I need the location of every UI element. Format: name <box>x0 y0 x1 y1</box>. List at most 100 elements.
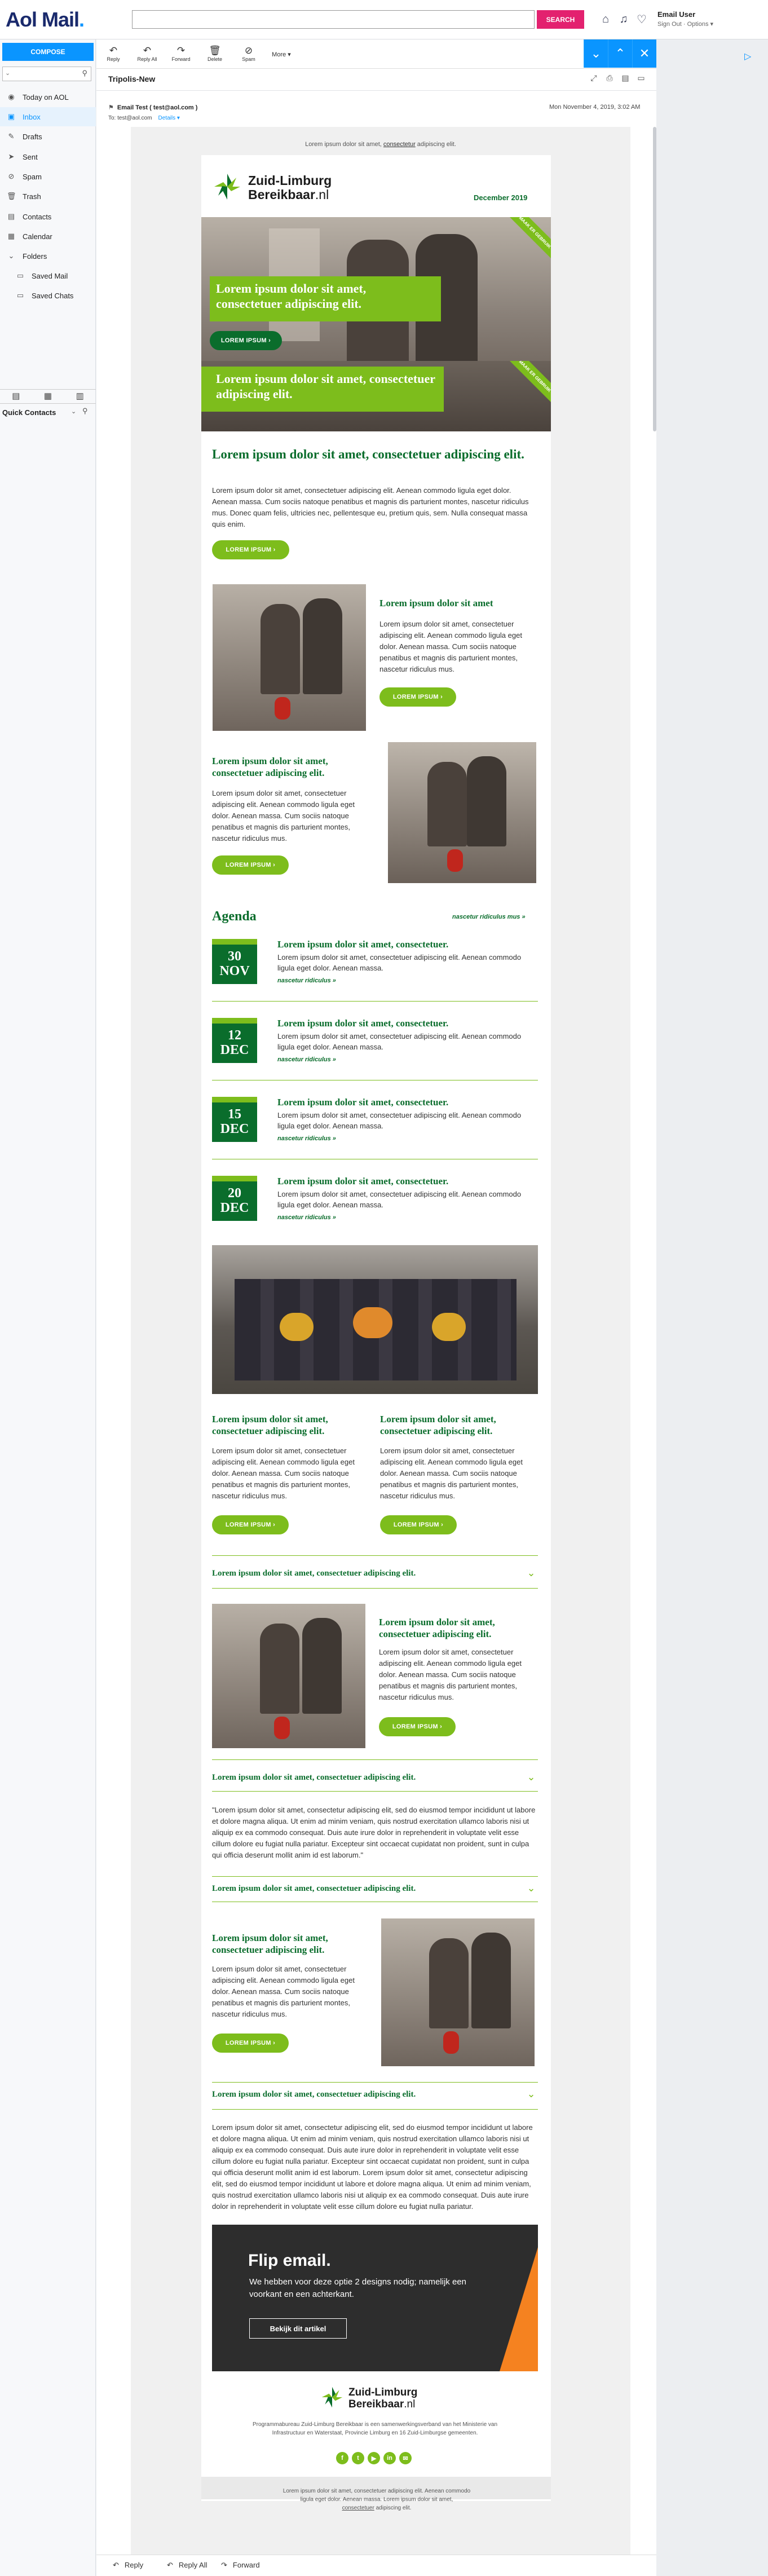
sidebar-item-folders[interactable]: ⌄ Folders <box>0 246 96 266</box>
chevron-down-icon[interactable]: ⌄ <box>526 2088 537 2099</box>
scrollbar[interactable] <box>653 127 656 431</box>
hero-title: Lorem ipsum dolor sit amet, consectetuer… <box>216 281 367 311</box>
chevron-down-icon[interactable]: ⌄ <box>526 1882 537 1894</box>
twitter-icon[interactable]: t <box>352 2452 364 2464</box>
folder-search-input[interactable]: ⌄ ⚲ <box>2 67 91 81</box>
accordion-2-title[interactable]: Lorem ipsum dolor sit amet, consectetuer… <box>212 1773 416 1783</box>
sidebar-item-saved-chats[interactable]: ▭ Saved Chats <box>0 286 96 305</box>
home-icon[interactable]: ⌂ <box>599 12 612 26</box>
sidebar-item-calendar[interactable]: ▦ Calendar <box>0 227 96 246</box>
accordion-3-button[interactable]: LOREM IPSUM › <box>212 2034 289 2053</box>
trash-icon: 🗑 <box>7 192 16 200</box>
contacts-icon: ▤ <box>7 212 15 220</box>
agenda-item-4-link[interactable]: nascetur ridiculus » <box>277 1214 336 1221</box>
agenda-item-1-text: Lorem ipsum dolor sit amet, consectetuer… <box>277 953 522 972</box>
more-menu[interactable]: More ▾ <box>265 51 298 58</box>
chevron-down-icon[interactable]: ⌄ <box>526 1567 537 1578</box>
feature-1-button[interactable]: LOREM IPSUM › <box>379 687 456 707</box>
heart-icon[interactable]: ♡ <box>635 12 648 26</box>
feature-1-text: Lorem ipsum dolor sit amet, consectetuer… <box>379 620 522 673</box>
sidebar-item-drafts[interactable]: ✎ Drafts <box>0 127 96 146</box>
bottom-forward-button[interactable]: ↷ Forward <box>221 2561 260 2570</box>
chevron-down-icon[interactable]: ⌄ <box>584 39 608 68</box>
sidebar-item-saved-mail[interactable]: ▭ Saved Mail <box>0 266 96 285</box>
reply-button[interactable]: ↶ Reply <box>97 45 130 62</box>
search-input[interactable] <box>132 10 535 29</box>
intro-button[interactable]: LOREM IPSUM › <box>212 540 289 559</box>
column-2-button[interactable]: LOREM IPSUM › <box>380 1515 457 1534</box>
agenda-more-link[interactable]: nascetur ridiculus mus » <box>452 914 526 920</box>
chevron-down-icon[interactable]: ⌄ <box>71 408 76 415</box>
feature-2-button[interactable]: LOREM IPSUM › <box>212 855 289 875</box>
agenda-item-3-title[interactable]: Lorem ipsum dolor sit amet, consectetuer… <box>277 1097 448 1108</box>
sidebar-item-spam[interactable]: ⊘ Spam <box>0 167 96 186</box>
search-button[interactable]: SEARCH <box>537 10 584 29</box>
agenda-item-4-title[interactable]: Lorem ipsum dolor sit amet, consectetuer… <box>277 1176 448 1187</box>
unsubscribe-link[interactable]: consectetuer <box>342 2505 374 2511</box>
search-icon[interactable]: ⚲ <box>82 407 88 416</box>
message-navigation: ⌄ ⌃ ✕ <box>584 39 656 68</box>
clipboard-icon[interactable]: ▥ <box>64 390 96 403</box>
divider <box>212 1588 538 1589</box>
accordion-1-button[interactable]: LOREM IPSUM › <box>379 1717 456 1736</box>
forward-icon: ↷ <box>221 2561 227 2569</box>
column-1-text: Lorem ipsum dolor sit amet, consectetuer… <box>212 1446 355 1500</box>
bottom-reply-button[interactable]: ↶ Reply <box>113 2561 143 2570</box>
column-1-button[interactable]: LOREM IPSUM › <box>212 1515 289 1534</box>
hero-button[interactable]: LOREM IPSUM › <box>210 331 282 350</box>
linkedin-icon[interactable]: in <box>383 2452 396 2464</box>
chevron-down-icon[interactable]: ⌄ <box>526 1771 537 1783</box>
ad-indicator-icon[interactable]: ▷ <box>744 51 751 62</box>
message-date: Mon November 4, 2019, 3:02 AM <box>549 104 641 111</box>
bell-icon[interactable]: ♫ <box>617 12 630 26</box>
search-icon[interactable]: ⚲ <box>82 69 87 78</box>
contact-card-icon[interactable]: ▤ <box>0 390 32 403</box>
flip-title: Flip email. <box>248 2251 331 2270</box>
sidebar-item-trash[interactable]: 🗑 Trash <box>0 187 96 206</box>
spam-icon: ⊘ <box>244 45 253 56</box>
feature-1-image <box>213 584 366 731</box>
youtube-icon[interactable]: ▶ <box>368 2452 380 2464</box>
accordion-3-title[interactable]: Lorem ipsum dolor sit amet, consectetuer… <box>212 1884 416 1894</box>
brand-name-line2: Bereikbaar.nl <box>248 187 329 202</box>
compose-button[interactable]: COMPOSE <box>2 43 94 61</box>
delete-button[interactable]: 🗑 Delete <box>198 45 231 62</box>
accordion-4-title[interactable]: Lorem ipsum dolor sit amet, consectetuer… <box>212 2090 416 2099</box>
accordion-1-title[interactable]: Lorem ipsum dolor sit amet, consectetuer… <box>212 1569 416 1578</box>
sidebar-item-contacts[interactable]: ▤ Contacts <box>0 207 96 226</box>
user-name: Email User <box>657 10 696 19</box>
sidebar-item-today[interactable]: ◉ Today on AOL <box>0 87 96 107</box>
spam-button[interactable]: ⊘ Spam <box>232 45 265 62</box>
reply-icon: ↶ <box>113 2561 119 2569</box>
save-icon[interactable]: ▤ <box>620 73 630 83</box>
forward-button[interactable]: ↷ Forward <box>165 45 197 62</box>
agenda-item-3-link[interactable]: nascetur ridiculus » <box>277 1135 336 1142</box>
close-icon[interactable]: ✕ <box>632 39 656 68</box>
facebook-icon[interactable]: f <box>336 2452 348 2464</box>
quick-contacts-label[interactable]: Quick Contacts <box>2 408 56 417</box>
chevron-up-icon[interactable]: ⌃ <box>608 39 632 68</box>
folder-move-icon[interactable]: ▭ <box>636 73 646 83</box>
aol-mail-logo[interactable]: Aol Mail. <box>6 8 85 32</box>
details-link[interactable]: Details ▾ <box>158 115 180 121</box>
sidebar-item-sent[interactable]: ➤ Sent <box>0 147 96 166</box>
brand-logo-icon <box>211 170 244 203</box>
agenda-item-1-link[interactable]: nascetur ridiculus » <box>277 977 336 984</box>
agenda-item-2-title[interactable]: Lorem ipsum dolor sit amet, consectetuer… <box>277 1018 448 1029</box>
mail-icon[interactable]: ✉ <box>399 2452 412 2464</box>
divider <box>212 1555 538 1556</box>
preheader-link[interactable]: consectetur <box>383 141 416 148</box>
accordion-3-feature-text: Lorem ipsum dolor sit amet, consectetuer… <box>212 1965 355 2018</box>
print-icon[interactable]: ⎙ <box>604 73 615 83</box>
agenda-item-2-link[interactable]: nascetur ridiculus » <box>277 1056 336 1063</box>
sidebar-item-inbox[interactable]: ▣ Inbox <box>0 107 96 126</box>
calendar-icon[interactable]: ▦ <box>32 390 64 403</box>
user-links[interactable]: Sign Out · Options ▾ <box>657 20 713 28</box>
expand-icon[interactable]: ⤢ <box>589 73 599 83</box>
flip-text: We hebben voor deze optie 2 designs nodi… <box>249 2277 466 2299</box>
flag-icon[interactable]: ⚑ <box>108 104 114 111</box>
agenda-item-1-title[interactable]: Lorem ipsum dolor sit amet, consectetuer… <box>277 939 448 950</box>
bottom-reply-all-button[interactable]: ↶ Reply All <box>167 2561 207 2570</box>
reply-all-button[interactable]: ↶ Reply All <box>131 45 164 62</box>
flip-button[interactable]: Bekijk dit artikel <box>249 2318 347 2339</box>
